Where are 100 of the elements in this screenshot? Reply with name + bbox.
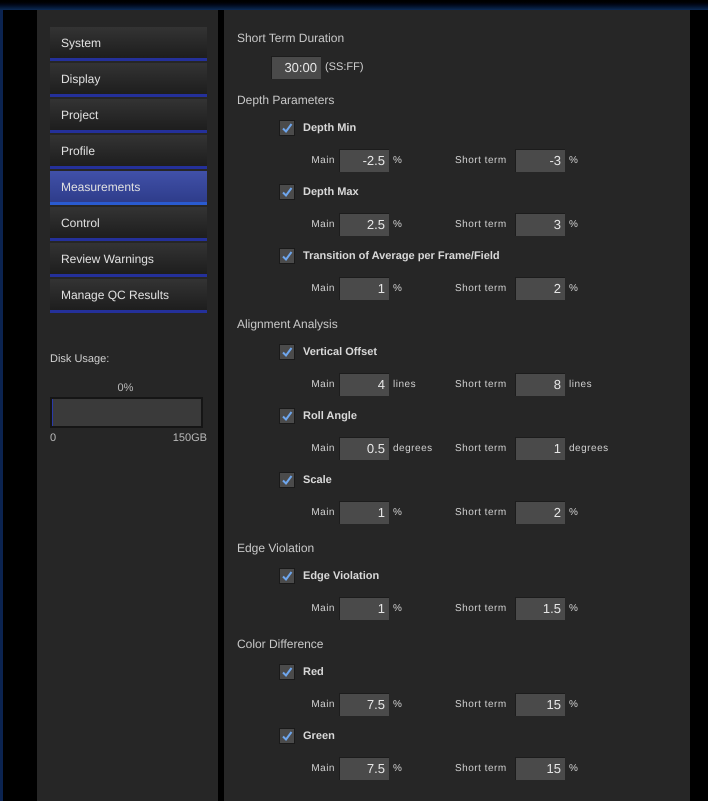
short-term-label: Short term <box>455 442 508 456</box>
checkbox[interactable] <box>279 344 295 360</box>
number-field[interactable]: -3 <box>515 148 565 172</box>
unit-label: % <box>392 698 404 712</box>
short-term-label: Short term <box>455 602 508 616</box>
disk-max-label: 150GB <box>172 431 207 446</box>
main-label: Main <box>310 154 336 168</box>
section-title: Edge Violation <box>237 540 314 557</box>
sidebar-item[interactable]: Review Warnings <box>50 243 207 277</box>
disk-usage-label: Disk Usage: <box>50 352 110 367</box>
number-field[interactable]: 8 <box>515 372 565 396</box>
section-title: Alignment Analysis <box>237 316 338 333</box>
main-label: Main <box>310 698 336 712</box>
checkmark-icon <box>281 730 293 742</box>
main-label: Main <box>310 442 336 456</box>
unit-label: % <box>568 506 578 520</box>
unit-label: % <box>392 218 404 232</box>
number-field[interactable]: 1 <box>515 436 565 460</box>
unit-label: % <box>392 602 404 616</box>
checkmark-icon <box>281 570 293 582</box>
unit-label: % <box>392 282 404 296</box>
unit-label: degrees <box>392 442 434 456</box>
number-field[interactable]: 2 <box>515 500 565 524</box>
short-term-label: Short term <box>455 282 508 296</box>
number-field[interactable]: 1 <box>339 276 389 300</box>
checkbox-label: Vertical Offset <box>303 344 377 360</box>
checkmark-icon <box>281 666 293 678</box>
checkmark-icon <box>281 346 293 358</box>
checkbox[interactable] <box>279 184 295 200</box>
disk-min-label: 0 <box>50 431 56 446</box>
number-field[interactable]: 2.5 <box>339 212 389 236</box>
main-label: Main <box>310 378 336 392</box>
checkbox[interactable] <box>279 408 295 424</box>
short-term-label: Short term <box>455 506 508 520</box>
number-field[interactable]: 1.5 <box>515 596 565 620</box>
sidebar-item[interactable]: Manage QC Results <box>50 279 207 313</box>
short-term-label: Short term <box>455 762 508 776</box>
short-term-label: Short term <box>455 698 508 712</box>
main-label: Main <box>310 602 336 616</box>
unit-label: % <box>568 154 578 168</box>
number-field[interactable]: 30:00 <box>271 56 321 78</box>
checkbox-label: Depth Max <box>303 184 359 200</box>
unit-label: % <box>392 762 404 776</box>
checkbox-label: Scale <box>303 472 332 488</box>
main-label: Main <box>310 762 336 776</box>
short-term-label: Short term <box>455 378 508 392</box>
main-label: Main <box>310 218 336 232</box>
checkmark-icon <box>281 186 293 198</box>
short-term-label: Short term <box>455 154 508 168</box>
short-term-label: Short term <box>455 218 508 232</box>
main-label: Main <box>310 506 336 520</box>
unit-label: % <box>568 762 578 776</box>
number-field[interactable]: 7.5 <box>339 692 389 716</box>
number-field[interactable]: 1 <box>339 500 389 524</box>
number-field[interactable]: 15 <box>515 756 565 780</box>
unit-label: lines <box>568 378 592 392</box>
checkbox-label: Transition of Average per Frame/Field <box>303 248 500 264</box>
unit-label: (SS:FF) <box>325 60 364 75</box>
sidebar-item[interactable]: Profile <box>50 135 207 169</box>
sidebar-item[interactable]: System <box>50 27 207 61</box>
number-field[interactable]: 4 <box>339 372 389 396</box>
checkbox[interactable] <box>279 664 295 680</box>
number-field[interactable]: 15 <box>515 692 565 716</box>
checkmark-icon <box>281 122 293 134</box>
number-field[interactable]: 0.5 <box>339 436 389 460</box>
sidebar-item[interactable]: Measurements <box>50 171 207 205</box>
checkbox[interactable] <box>279 472 295 488</box>
checkbox-label: Roll Angle <box>303 408 357 424</box>
sidebar-item[interactable]: Control <box>50 207 207 241</box>
number-field[interactable]: -2.5 <box>339 148 389 172</box>
unit-label: lines <box>392 378 418 392</box>
sidebar-item[interactable]: Display <box>50 63 207 97</box>
checkbox-label: Depth Min <box>303 120 356 136</box>
unit-label: % <box>568 602 578 616</box>
checkbox[interactable] <box>279 568 295 584</box>
sidebar-item[interactable]: Project <box>50 99 207 133</box>
checkmark-icon <box>281 474 293 486</box>
section-title: Short Term Duration <box>237 30 344 47</box>
number-field[interactable]: 2 <box>515 276 565 300</box>
number-field[interactable]: 7.5 <box>339 756 389 780</box>
checkbox[interactable] <box>279 248 295 264</box>
main-label: Main <box>310 282 336 296</box>
unit-label: degrees <box>568 442 609 456</box>
checkbox-label: Edge Violation <box>303 568 380 584</box>
checkbox-label: Green <box>303 728 335 744</box>
checkbox[interactable] <box>279 728 295 744</box>
unit-label: % <box>568 218 578 232</box>
unit-label: % <box>392 506 404 520</box>
checkbox[interactable] <box>279 120 295 136</box>
unit-label: % <box>392 154 404 168</box>
unit-label: % <box>568 282 578 296</box>
number-field[interactable]: 3 <box>515 212 565 236</box>
checkmark-icon <box>281 250 293 262</box>
checkbox-label: Red <box>303 664 324 680</box>
disk-usage-percent: 0% <box>118 380 134 396</box>
number-field[interactable]: 1 <box>339 596 389 620</box>
section-title: Depth Parameters <box>237 92 334 109</box>
section-title: Color Difference <box>237 636 324 653</box>
unit-label: % <box>568 698 578 712</box>
checkmark-icon <box>281 410 293 422</box>
